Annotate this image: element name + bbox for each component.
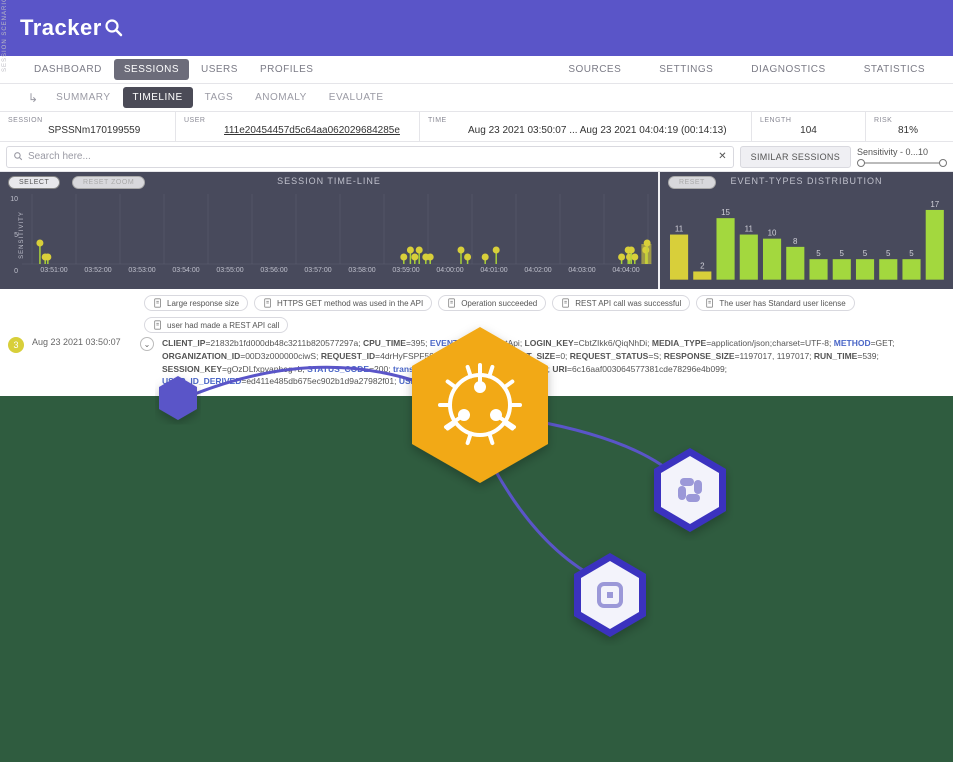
sensitivity-slider[interactable]: Sensitivity - 0...10 (857, 147, 947, 166)
svg-text:03:57:00: 03:57:00 (304, 267, 331, 274)
square-hexagon-icon (574, 553, 646, 637)
search-icon (13, 151, 24, 162)
event-tag[interactable]: REST API call was successful (552, 295, 690, 311)
info-risk: RISK 81% (866, 112, 950, 141)
subtab-summary[interactable]: SUMMARY (46, 87, 120, 108)
app-window: Tracker SESSION SCENARIO DASHBOARDSESSIO… (0, 0, 953, 383)
brand-logo: Tracker (20, 15, 124, 41)
timeline-title: SESSION TIME-LINE (0, 176, 658, 186)
info-risk-value: 81% (874, 125, 942, 136)
header: Tracker (0, 0, 953, 56)
similar-sessions-button[interactable]: SIMILAR SESSIONS (740, 146, 851, 168)
tab-profiles[interactable]: PROFILES (250, 59, 323, 80)
svg-text:5: 5 (886, 249, 891, 258)
info-user-value[interactable]: 111e20454457d5c64aa062029684285e (184, 125, 411, 136)
session-info-row: SESSION SPSSNm170199559 USER 111e2045445… (0, 112, 953, 142)
info-length-value: 104 (760, 125, 857, 136)
svg-text:5: 5 (840, 249, 845, 258)
tab-dashboard[interactable]: DASHBOARD (24, 59, 112, 80)
svg-text:03:58:00: 03:58:00 (348, 267, 375, 274)
svg-text:03:52:00: 03:52:00 (84, 267, 111, 274)
event-tags: Large response size HTTPS GET method was … (144, 295, 945, 333)
tab-sources[interactable]: SOURCES (558, 59, 631, 80)
svg-text:5: 5 (909, 249, 914, 258)
svg-text:2: 2 (700, 261, 705, 270)
event-details: CLIENT_IP=21832b1fd000db48c3211b82057729… (162, 337, 945, 388)
magnifier-icon (104, 18, 124, 38)
info-user: USER 111e20454457d5c64aa062029684285e (176, 112, 420, 141)
info-session-value: SPSSNm170199559 (8, 125, 167, 136)
secondary-tabs: ↳ SUMMARYTIMELINETAGSANOMALYEVALUATE (0, 84, 953, 112)
subtab-tags[interactable]: TAGS (195, 87, 243, 108)
info-length-label: LENGTH (760, 117, 857, 124)
svg-text:03:59:00: 03:59:00 (392, 267, 419, 274)
timeline-chart[interactable]: SELECT RESET ZOOM SESSION TIME-LINE SENS… (0, 172, 660, 289)
distribution-title: EVENT-TYPES DISTRIBUTION (660, 176, 953, 186)
info-user-label: USER (184, 117, 411, 124)
expand-icon[interactable]: ⌄ (140, 337, 154, 351)
tab-diagnostics[interactable]: DIAGNOSTICS (741, 59, 835, 80)
svg-text:10: 10 (768, 229, 777, 238)
svg-text:04:02:00: 04:02:00 (524, 267, 551, 274)
event-tag[interactable]: The user has Standard user license (696, 295, 854, 311)
event-row: Large response size HTTPS GET method was … (0, 289, 953, 396)
info-time: TIME Aug 23 2021 03:50:07 ... Aug 23 202… (420, 112, 752, 141)
search-row: Search here... ✕ SIMILAR SESSIONS Sensit… (0, 142, 953, 172)
info-length: LENGTH 104 (752, 112, 866, 141)
sensitivity-label: Sensitivity - 0...10 (857, 147, 928, 157)
event-timestamp: Aug 23 2021 03:50:07 (32, 337, 132, 347)
event-tag[interactable]: user had made a REST API call (144, 317, 288, 333)
svg-text:04:01:00: 04:01:00 (480, 267, 507, 274)
svg-text:15: 15 (721, 208, 730, 217)
event-tag[interactable]: HTTPS GET method was used in the API (254, 295, 432, 311)
primary-tabs: DASHBOARDSESSIONSUSERSPROFILES SOURCES SE… (0, 56, 953, 84)
info-risk-label: RISK (874, 117, 942, 124)
info-session: SESSION SPSSNm170199559 (0, 112, 176, 141)
brand-text: Tracker (20, 15, 102, 41)
session-scenario-label: SESSION SCENARIO (2, 0, 8, 72)
svg-text:04:03:00: 04:03:00 (568, 267, 595, 274)
event-tag[interactable]: Operation succeeded (438, 295, 546, 311)
svg-text:03:56:00: 03:56:00 (260, 267, 287, 274)
clear-search-icon[interactable]: ✕ (718, 151, 726, 162)
subtab-anomaly[interactable]: ANOMALY (245, 87, 317, 108)
svg-text:03:55:00: 03:55:00 (216, 267, 243, 274)
tab-sessions[interactable]: SESSIONS (114, 59, 189, 80)
svg-text:04:00:00: 04:00:00 (436, 267, 463, 274)
svg-text:11: 11 (675, 225, 684, 234)
charts-panel: SELECT RESET ZOOM SESSION TIME-LINE SENS… (0, 172, 953, 289)
tab-users[interactable]: USERS (191, 59, 248, 80)
svg-text:03:53:00: 03:53:00 (128, 267, 155, 274)
tab-statistics[interactable]: STATISTICS (854, 59, 935, 80)
event-tag[interactable]: Large response size (144, 295, 248, 311)
search-input[interactable]: Search here... ✕ (6, 146, 734, 168)
svg-text:5: 5 (863, 249, 868, 258)
svg-text:11: 11 (745, 225, 754, 234)
tab-settings[interactable]: SETTINGS (649, 59, 723, 80)
slack-hexagon-icon (654, 448, 726, 532)
event-badge: 3 (8, 337, 24, 353)
subtab-timeline[interactable]: TIMELINE (123, 87, 193, 108)
distribution-chart[interactable]: RESET EVENT-TYPES DISTRIBUTION 112151110… (660, 172, 953, 289)
svg-text:03:51:00: 03:51:00 (40, 267, 67, 274)
svg-text:03:54:00: 03:54:00 (172, 267, 199, 274)
back-arrow-icon[interactable]: ↳ (28, 91, 38, 105)
svg-text:17: 17 (930, 200, 939, 209)
info-time-value: Aug 23 2021 03:50:07 ... Aug 23 2021 04:… (428, 125, 743, 136)
svg-text:8: 8 (793, 237, 798, 246)
svg-text:5: 5 (816, 249, 821, 258)
info-time-label: TIME (428, 117, 743, 124)
info-session-label: SESSION (8, 117, 167, 124)
svg-text:04:04:00: 04:04:00 (612, 267, 639, 274)
search-placeholder: Search here... (28, 151, 91, 162)
subtab-evaluate[interactable]: EVALUATE (319, 87, 394, 108)
